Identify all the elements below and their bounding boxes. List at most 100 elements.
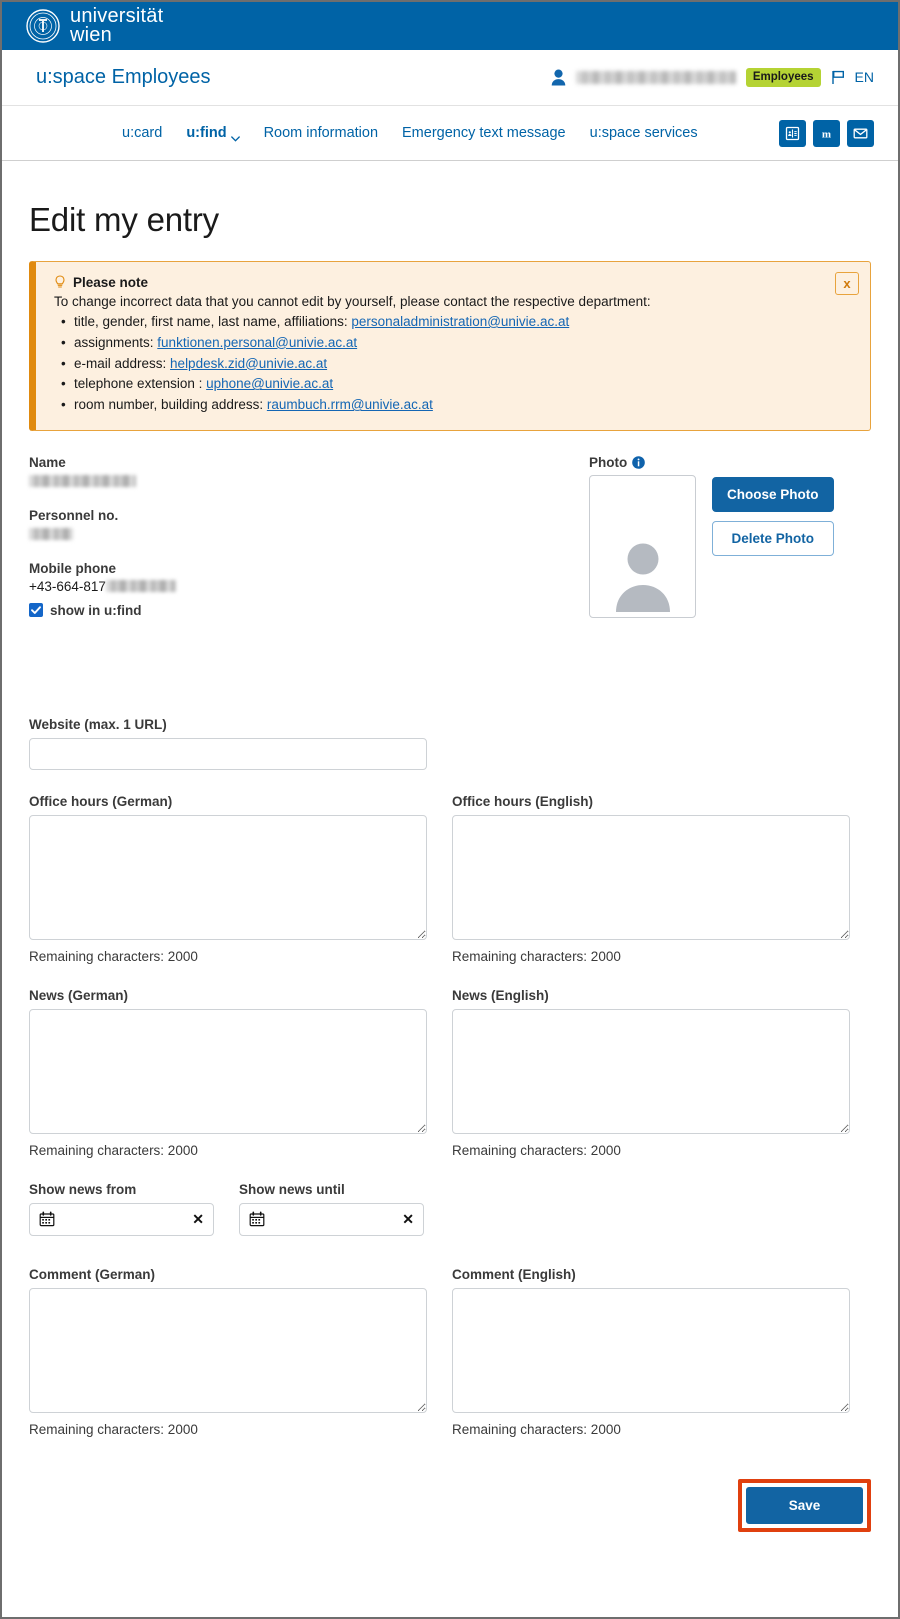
office-hours-english-remaining: Remaining characters: 2000 <box>452 948 621 964</box>
nav-item-label: u:find <box>186 125 227 141</box>
notice-list-item: telephone extension : uphone@univie.ac.a… <box>61 374 854 395</box>
comment-english-textarea[interactable] <box>452 1287 850 1413</box>
language-switch[interactable]: EN <box>855 69 874 85</box>
office-hours-english-block: Office hours (English) Remaining charact… <box>452 794 850 964</box>
photo-preview <box>589 474 696 618</box>
news-english-remaining: Remaining characters: 2000 <box>452 1142 621 1158</box>
name-field-group: Name <box>29 455 589 491</box>
envelope-mail-icon[interactable] <box>847 119 874 147</box>
checkbox-checked-icon[interactable] <box>29 603 43 618</box>
notice-list-item: title, gender, first name, last name, af… <box>61 312 854 333</box>
website-input[interactable] <box>29 737 427 770</box>
comment-german-block: Comment (German) Remaining characters: 2… <box>29 1267 427 1437</box>
comment-english-label: Comment (English) <box>452 1266 576 1282</box>
notice-item-link[interactable]: helpdesk.zid@univie.ac.at <box>170 356 327 371</box>
user-icon <box>551 69 566 86</box>
nav-item-label: u:card <box>122 125 163 141</box>
notice-list-item: e-mail address: helpdesk.zid@univie.ac.a… <box>61 354 854 375</box>
nav-item-uspace-services[interactable]: u:space services <box>590 125 698 141</box>
university-logo[interactable]: universität wien <box>26 6 163 46</box>
notice-item-text: e-mail address: <box>74 355 171 371</box>
header-right-group: Employees EN <box>551 68 874 87</box>
comment-german-textarea[interactable] <box>29 1287 427 1413</box>
choose-photo-button[interactable]: Choose Photo <box>712 476 834 512</box>
nav-item-emergency-text-message[interactable]: Emergency text message <box>402 125 566 141</box>
clear-date-icon[interactable]: ✕ <box>402 1212 414 1226</box>
comment-german-label: Comment (German) <box>29 1266 156 1282</box>
news-german-block: News (German) Remaining characters: 2000 <box>29 988 427 1158</box>
personal-info-fields: Name Personnel no. Mobile phone +43-664-… <box>29 455 589 635</box>
comment-english-remaining: Remaining characters: 2000 <box>452 1421 621 1437</box>
comment-row: Comment (German) Remaining characters: 2… <box>29 1267 871 1461</box>
delete-photo-button[interactable]: Delete Photo <box>712 520 834 556</box>
comment-english-block: Comment (English) Remaining characters: … <box>452 1267 850 1437</box>
notice-header: Please note <box>54 275 854 290</box>
brand-bar: universität wien <box>2 2 898 50</box>
user-name-redacted <box>575 70 736 84</box>
show-news-until-label: Show news until <box>239 1181 345 1197</box>
show-news-until-input[interactable]: ✕ <box>239 1202 424 1236</box>
mobile-phone-value-row: +43-664-817 <box>29 579 589 594</box>
website-label: Website (max. 1 URL) <box>29 716 167 732</box>
logo-line-2: wien <box>70 24 112 46</box>
office-hours-german-label: Office hours (German) <box>29 793 173 809</box>
notice-list-item: room number, building address: raumbuch.… <box>61 395 854 416</box>
notice-list: title, gender, first name, last name, af… <box>54 312 854 416</box>
photo-actions: Choose Photo Delete Photo <box>712 455 834 635</box>
name-value-redacted <box>29 474 136 487</box>
calendar-icon[interactable] <box>39 1211 55 1227</box>
notice-item-link[interactable]: raumbuch.rrm@univie.ac.at <box>267 397 433 412</box>
notice-item-link[interactable]: funktionen.personal@univie.ac.at <box>157 335 357 350</box>
page-title: Edit my entry <box>29 201 219 238</box>
save-button-highlight: Save <box>738 1478 871 1532</box>
flag-icon[interactable] <box>831 70 845 85</box>
moodle-icon[interactable]: m <box>813 119 840 147</box>
nav-item-ufind[interactable]: u:find <box>186 125 240 142</box>
photo-block: Photo <box>589 455 696 635</box>
news-german-label: News (German) <box>29 987 129 1003</box>
news-english-textarea[interactable] <box>452 1008 850 1134</box>
address-book-icon[interactable] <box>779 119 806 147</box>
show-news-from-label: Show news from <box>29 1181 137 1197</box>
app-header: u:space Employees Employees EN <box>2 50 898 105</box>
office-hours-german-remaining: Remaining characters: 2000 <box>29 948 198 964</box>
photo-label: Photo <box>589 454 628 470</box>
clear-date-icon[interactable]: ✕ <box>192 1212 204 1226</box>
notice-item-link[interactable]: personaladministration@univie.ac.at <box>351 314 569 329</box>
show-in-ufind-checkbox-row[interactable]: show in u:find <box>29 603 589 618</box>
office-hours-german-block: Office hours (German) Remaining characte… <box>29 794 427 964</box>
office-hours-german-textarea[interactable] <box>29 814 427 940</box>
nav-item-label: Emergency text message <box>402 125 566 141</box>
news-german-textarea[interactable] <box>29 1008 427 1134</box>
info-circle-icon[interactable] <box>632 456 646 469</box>
news-german-remaining: Remaining characters: 2000 <box>29 1142 198 1158</box>
close-icon[interactable]: x <box>835 272 859 295</box>
mobile-phone-value-redacted <box>105 579 176 592</box>
personnel-number-group: Personnel no. <box>29 508 589 544</box>
nav-links: u:card u:find Room information Emergency… <box>122 125 698 142</box>
lightbulb-icon <box>54 275 66 290</box>
show-news-from-input[interactable]: ✕ <box>29 1202 214 1236</box>
notice-item-text: room number, building address: <box>74 397 267 413</box>
show-news-from-block: Show news from ✕ <box>29 1182 214 1236</box>
comment-german-remaining: Remaining characters: 2000 <box>29 1421 198 1437</box>
page-content: Edit my entry x Please note To change in… <box>2 201 898 1540</box>
office-hours-english-textarea[interactable] <box>452 814 850 940</box>
nav-item-ucard[interactable]: u:card <box>122 125 162 141</box>
notice-item-text: assignments: <box>74 334 158 350</box>
app-title: u:space Employees <box>36 66 211 88</box>
role-badge: Employees <box>745 68 821 87</box>
main-navigation: u:card u:find Room information Emergency… <box>2 105 898 161</box>
notice-list-item: assignments: funktionen.personal@univie.… <box>61 333 854 354</box>
calendar-icon[interactable] <box>249 1211 265 1227</box>
photo-label-row: Photo <box>589 455 696 470</box>
save-button[interactable]: Save <box>746 1486 863 1524</box>
office-hours-english-label: Office hours (English) <box>452 793 594 809</box>
app-window: universität wien u:space Employees Emplo… <box>0 0 900 1619</box>
office-hours-row: Office hours (German) Remaining characte… <box>29 794 871 988</box>
website-field-block: Website (max. 1 URL) <box>29 717 871 770</box>
notice-item-link[interactable]: uphone@univie.ac.at <box>206 376 333 391</box>
nav-item-room-information[interactable]: Room information <box>264 125 378 141</box>
personnel-number-value-redacted <box>29 527 73 540</box>
nav-icon-buttons: m <box>779 119 874 147</box>
